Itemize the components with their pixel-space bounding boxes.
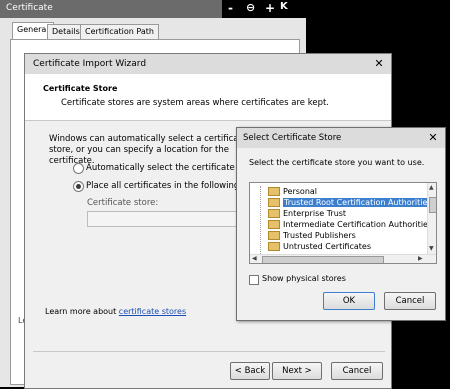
minimize-icon[interactable]: -: [228, 1, 233, 15]
certificate-store-label: Certificate store:: [87, 198, 159, 208]
tree-item-label: Personal: [283, 187, 318, 196]
scroll-down-icon[interactable]: ▼: [429, 245, 434, 252]
tree-item-enterprise-trust[interactable]: Enterprise Trust: [268, 208, 346, 219]
next-button[interactable]: Next >: [272, 362, 322, 380]
wizard-title: Certificate Import Wizard: [33, 59, 147, 69]
tree-item-personal[interactable]: Personal: [268, 186, 317, 197]
tree-item-label: Intermediate Certification Authorities: [283, 220, 433, 229]
folder-icon: [268, 198, 280, 207]
back-button[interactable]: < Back: [230, 362, 270, 380]
scroll-right-icon[interactable]: ▶: [418, 255, 423, 262]
header-description: Certificate stores are system areas wher…: [61, 98, 330, 108]
ok-button[interactable]: OK: [323, 292, 375, 310]
folder-icon: [268, 220, 280, 229]
wizard-header: Certificate Store Certificate stores are…: [25, 74, 391, 121]
store-dialog-title: Select Certificate Store: [243, 133, 342, 143]
certificate-stores-link[interactable]: certificate stores: [119, 307, 186, 316]
scroll-thumb[interactable]: [262, 256, 384, 263]
window-title: Certificate: [6, 3, 53, 13]
show-physical-label[interactable]: Show physical stores: [262, 274, 346, 283]
scroll-up-icon[interactable]: ▲: [429, 184, 434, 191]
select-certificate-store-dialog: Select Certificate Store ✕ Select the ce…: [236, 127, 446, 321]
learn-more-prefix: Learn more about: [45, 307, 119, 316]
learn-more-text: Learn more about certificate stores: [45, 307, 186, 316]
scroll-thumb[interactable]: [429, 197, 436, 213]
vertical-scrollbar[interactable]: ▲ ▼: [427, 183, 436, 254]
cancel-button[interactable]: Cancel: [331, 362, 383, 380]
close-icon[interactable]: K: [280, 1, 288, 12]
tree-item-untrusted[interactable]: Untrusted Certificates: [268, 241, 371, 252]
zoom-in-icon[interactable]: +: [265, 1, 275, 15]
tree-connector: [260, 186, 262, 256]
folder-icon: [268, 187, 280, 196]
show-physical-checkbox[interactable]: [249, 275, 259, 285]
horizontal-scrollbar[interactable]: ◀ ▶: [250, 254, 436, 263]
cancel-button[interactable]: Cancel: [384, 292, 436, 310]
folder-icon: [268, 231, 280, 240]
zoom-out-icon[interactable]: ⊖: [246, 1, 255, 14]
store-dialog-titlebar: Select Certificate Store ✕: [237, 128, 445, 148]
tab-certification-path[interactable]: Certification Path: [80, 24, 159, 40]
tree-item-trusted-publishers[interactable]: Trusted Publishers: [268, 230, 356, 241]
tree-item-trusted-root[interactable]: Trusted Root Certification Authorities: [268, 197, 433, 208]
tree-item-intermediate[interactable]: Intermediate Certification Authorities: [268, 219, 432, 230]
close-icon[interactable]: ✕: [425, 131, 441, 145]
tree-item-label: Trusted Root Certification Authorities: [283, 198, 433, 207]
tree-item-label: Enterprise Trust: [283, 209, 347, 218]
window-controls: - ⊖ + K: [222, 0, 306, 18]
certificate-store-field[interactable]: [87, 211, 249, 227]
folder-icon: [268, 209, 280, 218]
auto-select-radio[interactable]: [73, 163, 84, 174]
wizard-titlebar: Certificate Import Wizard ✕: [25, 54, 391, 74]
tree-item-label: Trusted Publishers: [283, 231, 356, 240]
place-in-store-radio[interactable]: [73, 181, 84, 192]
divider: [33, 351, 385, 352]
store-instruction: Select the certificate store you want to…: [249, 158, 425, 167]
close-icon[interactable]: ✕: [371, 57, 387, 71]
scroll-left-icon[interactable]: ◀: [252, 255, 257, 262]
header-title: Certificate Store: [43, 84, 118, 93]
certificate-store-tree[interactable]: Personal Trusted Root Certification Auth…: [249, 182, 437, 264]
tree-item-label: Untrusted Certificates: [283, 242, 371, 251]
folder-icon: [268, 242, 280, 251]
